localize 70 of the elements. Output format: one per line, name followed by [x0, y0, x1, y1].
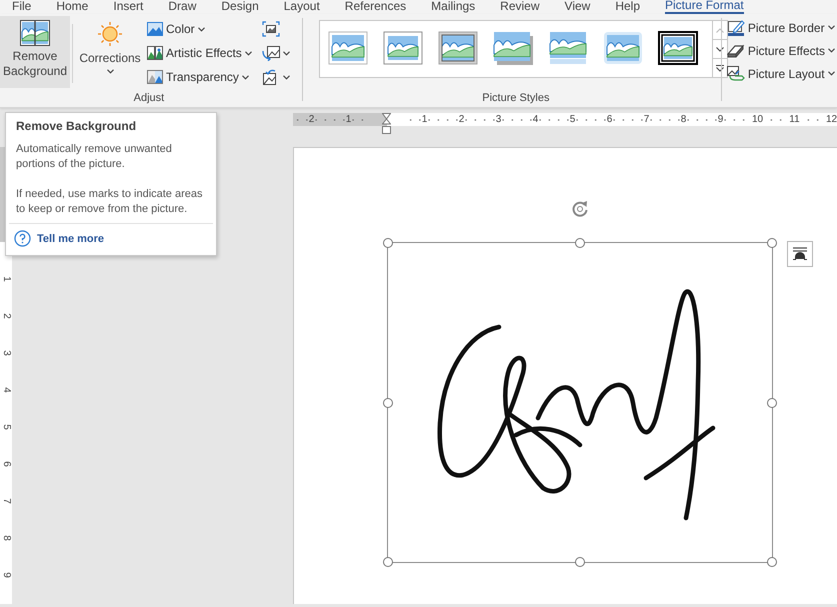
sizing-handle[interactable]	[767, 398, 777, 408]
caret-icon	[106, 69, 114, 74]
text-wrap-icon	[792, 247, 808, 261]
indent-marker-icon[interactable]	[382, 113, 391, 135]
color-button[interactable]: Color	[145, 18, 254, 40]
caret-icon	[282, 50, 290, 56]
eraser-icon	[726, 42, 745, 58]
caret-icon	[244, 50, 252, 56]
picture-layout-button[interactable]: Picture Layout	[724, 62, 837, 85]
artistic-picture-icon	[147, 46, 163, 60]
ribbon-tab[interactable]: Home	[56, 0, 88, 14]
sizing-handle[interactable]	[575, 238, 585, 248]
pencil-icon	[726, 20, 745, 36]
layout-options-button[interactable]	[787, 241, 813, 267]
caret-icon	[242, 74, 249, 80]
artistic-button[interactable]: Artistic Effects	[145, 42, 254, 64]
ruler-number: 7	[1, 498, 11, 504]
compress-picture-icon	[262, 21, 280, 37]
tooltip-text: Automatically remove unwanted portions of the picture.	[15, 142, 173, 172]
ribbon-tab[interactable]: File	[12, 0, 32, 14]
picture-layout-icon	[726, 66, 745, 82]
change-picture-icon	[262, 45, 280, 61]
caret-icon	[282, 74, 290, 80]
rotate-handle-icon[interactable]	[571, 200, 589, 218]
ruler-number: 3	[1, 350, 11, 356]
picture-split-icon	[20, 20, 50, 46]
caret-icon	[828, 48, 836, 53]
transparency-picture-icon	[147, 70, 163, 84]
caret-icon	[828, 25, 835, 30]
sizing-handle[interactable]	[383, 557, 393, 567]
sizing-handle[interactable]	[383, 238, 393, 248]
ruler-number: 9	[1, 572, 11, 578]
tooltip-text: If needed, use marks to indicate areas to keep or remove from the picture.	[15, 187, 204, 217]
remove-background-button[interactable]: Remove Background	[0, 16, 70, 88]
ruler-number: 4	[1, 386, 11, 392]
ribbon-tab[interactable]: Help	[615, 0, 640, 14]
sun-icon	[95, 20, 125, 48]
group-label: Adjust	[132, 91, 166, 106]
ruler-number: 6	[1, 460, 11, 466]
ribbon-tab[interactable]: Insert	[113, 0, 144, 14]
sizing-handle[interactable]	[575, 557, 585, 567]
ribbon-tab[interactable]: View	[564, 0, 590, 14]
ruler-number: 1	[1, 276, 11, 282]
ruler-number: 2	[1, 312, 11, 318]
group-label: Picture Styles	[481, 91, 550, 106]
picture-icon	[147, 22, 163, 36]
help-icon	[14, 230, 31, 247]
corrections-button[interactable]: Corrections	[75, 16, 145, 88]
sizing-handle[interactable]	[383, 398, 393, 408]
picture-effects-button[interactable]: Picture Effects	[724, 39, 837, 62]
expand-icon	[716, 64, 724, 72]
chevron-up-icon	[716, 28, 724, 32]
caret-icon	[198, 26, 205, 32]
ribbon-tab[interactable]: References	[344, 0, 406, 14]
chevron-down-icon	[716, 46, 724, 52]
ribbon-tab[interactable]: Draw	[168, 0, 196, 14]
picture-style-option[interactable]	[658, 31, 699, 67]
ruler-number: 5	[1, 424, 11, 430]
ribbon-tab[interactable]: Design	[221, 0, 259, 14]
caret-icon	[828, 71, 835, 76]
ribbon-tab[interactable]: Layout	[284, 0, 320, 14]
tooltip-title: Remove Background	[15, 119, 138, 133]
ribbon-tab[interactable]: Mailings	[431, 0, 476, 14]
transparency-button[interactable]: Transparency	[145, 66, 254, 88]
ribbon-tab[interactable]: Review	[500, 0, 540, 14]
picture-border-button[interactable]: Picture Border	[724, 16, 837, 39]
ruler-number: 8	[1, 534, 11, 540]
tell-me-more-link[interactable]: Tell me more	[6, 224, 112, 251]
sizing-handle[interactable]	[767, 557, 777, 567]
sizing-handle[interactable]	[767, 238, 777, 248]
